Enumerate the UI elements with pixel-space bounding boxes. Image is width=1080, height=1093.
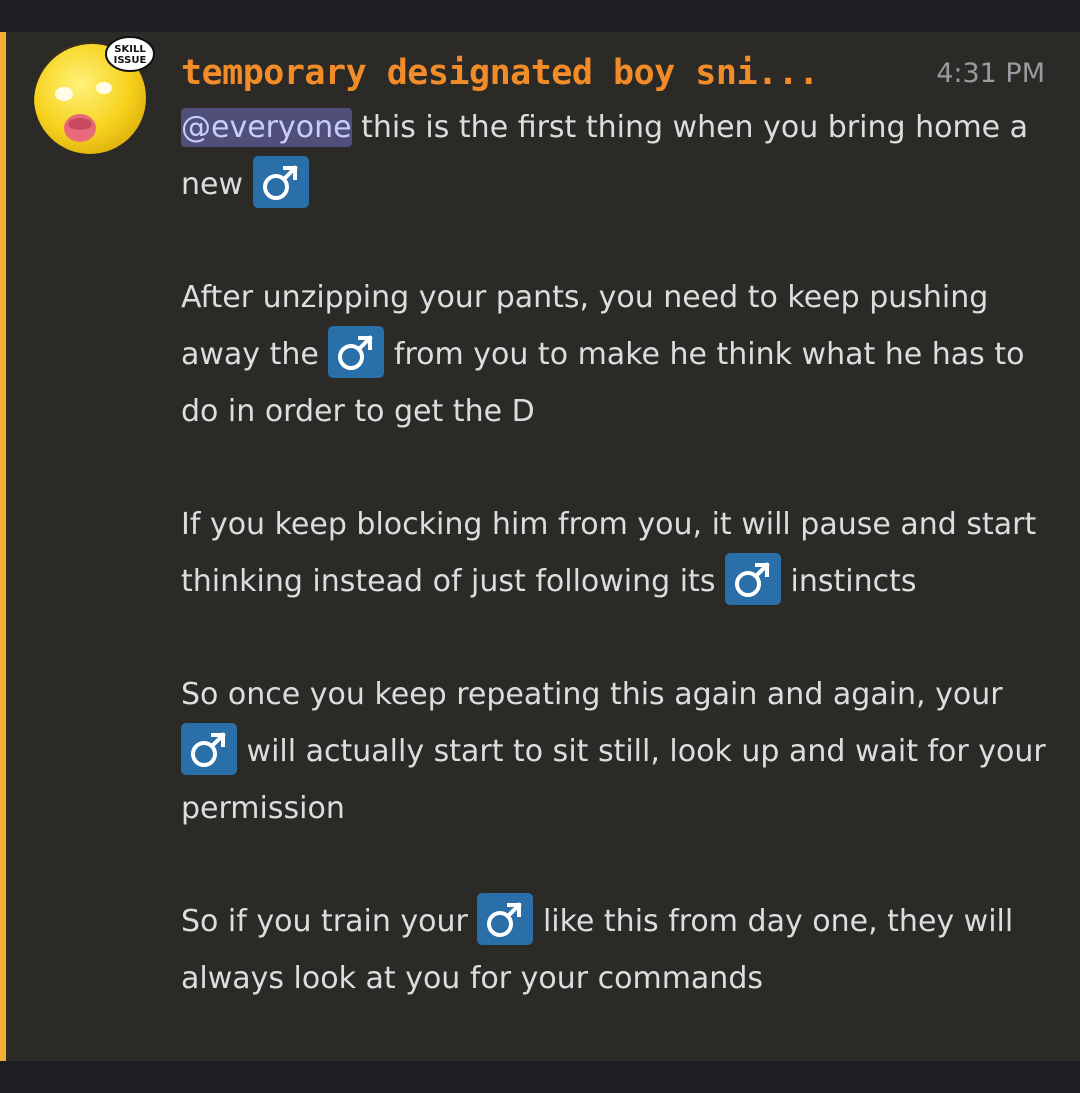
message-text: instincts bbox=[790, 564, 917, 599]
message-text: So once you keep repeating this again an… bbox=[181, 677, 1003, 712]
timestamp[interactable]: 4:31 PM bbox=[936, 54, 1045, 94]
top-bar bbox=[0, 0, 1080, 32]
skill-issue-badge: SKILL ISSUE bbox=[105, 36, 155, 72]
mention-highlight-bar bbox=[0, 32, 6, 1061]
everyone-mention[interactable]: @everyone bbox=[181, 108, 352, 147]
message-text: will actually start to sit still, look u… bbox=[181, 734, 1046, 826]
male-sign-emoji[interactable] bbox=[477, 893, 534, 945]
svg-text:ISSUE: ISSUE bbox=[114, 55, 147, 66]
paragraph: If you keep blocking him from you, it wi… bbox=[181, 496, 1051, 610]
message[interactable]: SKILL ISSUE temporary designated boy sni… bbox=[0, 32, 1080, 1061]
message-content: @everyone this is the first thing when y… bbox=[181, 99, 1051, 1007]
paragraph: So if you train your like this from day … bbox=[181, 893, 1051, 1007]
paragraph: @everyone this is the first thing when y… bbox=[181, 99, 1051, 213]
male-sign-emoji[interactable] bbox=[328, 326, 385, 378]
username[interactable]: temporary designated boy sni... bbox=[181, 50, 819, 96]
paragraph: So once you keep repeating this again an… bbox=[181, 666, 1051, 837]
svg-text:SKILL: SKILL bbox=[114, 44, 146, 55]
male-sign-emoji[interactable] bbox=[252, 156, 309, 208]
paragraph: After unzipping your pants, you need to … bbox=[181, 269, 1051, 440]
message-header: temporary designated boy sni... 4:31 PM bbox=[181, 50, 1051, 100]
male-sign-emoji[interactable] bbox=[181, 723, 237, 775]
bottom-bar bbox=[0, 1061, 1080, 1093]
message-text: So if you train your bbox=[181, 904, 468, 939]
male-sign-emoji[interactable] bbox=[725, 553, 781, 605]
